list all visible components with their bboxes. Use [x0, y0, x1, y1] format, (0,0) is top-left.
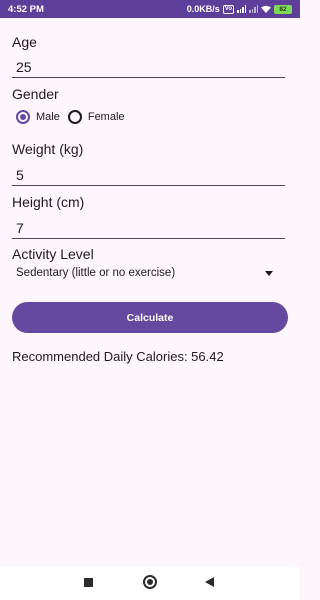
- calorie-result: Recommended Daily Calories: 56.42: [12, 349, 224, 364]
- weight-input[interactable]: 5: [16, 167, 24, 183]
- wifi-icon: [261, 5, 271, 13]
- female-radio-label[interactable]: Female: [88, 111, 125, 123]
- height-label: Height (cm): [12, 194, 85, 210]
- weight-label: Weight (kg): [12, 141, 84, 157]
- dropdown-arrow-icon: [265, 270, 273, 276]
- system-nav-bar: [0, 566, 300, 600]
- nav-back-icon[interactable]: [205, 577, 214, 587]
- male-radio[interactable]: [16, 110, 30, 124]
- age-label: Age: [12, 34, 37, 50]
- battery-icon: 82: [274, 4, 292, 14]
- height-input[interactable]: 7: [16, 220, 24, 236]
- age-input[interactable]: 25: [16, 59, 32, 75]
- signal-icon-2: [249, 5, 258, 13]
- status-indicators: 0.0KB/s Vo 82: [187, 4, 292, 14]
- activity-level-label: Activity Level: [12, 246, 94, 262]
- network-speed: 0.0KB/s: [186, 4, 220, 14]
- gender-radio-group: Male Female: [16, 110, 125, 124]
- nav-home-icon[interactable]: [143, 575, 157, 589]
- gender-label: Gender: [12, 86, 59, 102]
- male-radio-label[interactable]: Male: [36, 111, 60, 123]
- calculate-button[interactable]: Calculate: [12, 302, 288, 333]
- age-underline: [12, 77, 285, 78]
- height-underline: [12, 238, 285, 239]
- female-radio[interactable]: [67, 110, 82, 124]
- volte-badge: Vo: [222, 4, 234, 14]
- status-bar: 4:52 PM 0.0KB/s Vo 82: [0, 0, 300, 18]
- signal-icon: [237, 5, 246, 13]
- nav-recents-icon[interactable]: [84, 578, 93, 587]
- activity-level-dropdown[interactable]: Sedentary (little or no exercise): [12, 264, 285, 282]
- battery-level: 82: [279, 5, 287, 13]
- activity-level-selected: Sedentary (little or no exercise): [16, 267, 176, 279]
- status-time: 4:52 PM: [8, 3, 44, 15]
- weight-underline: [12, 185, 285, 186]
